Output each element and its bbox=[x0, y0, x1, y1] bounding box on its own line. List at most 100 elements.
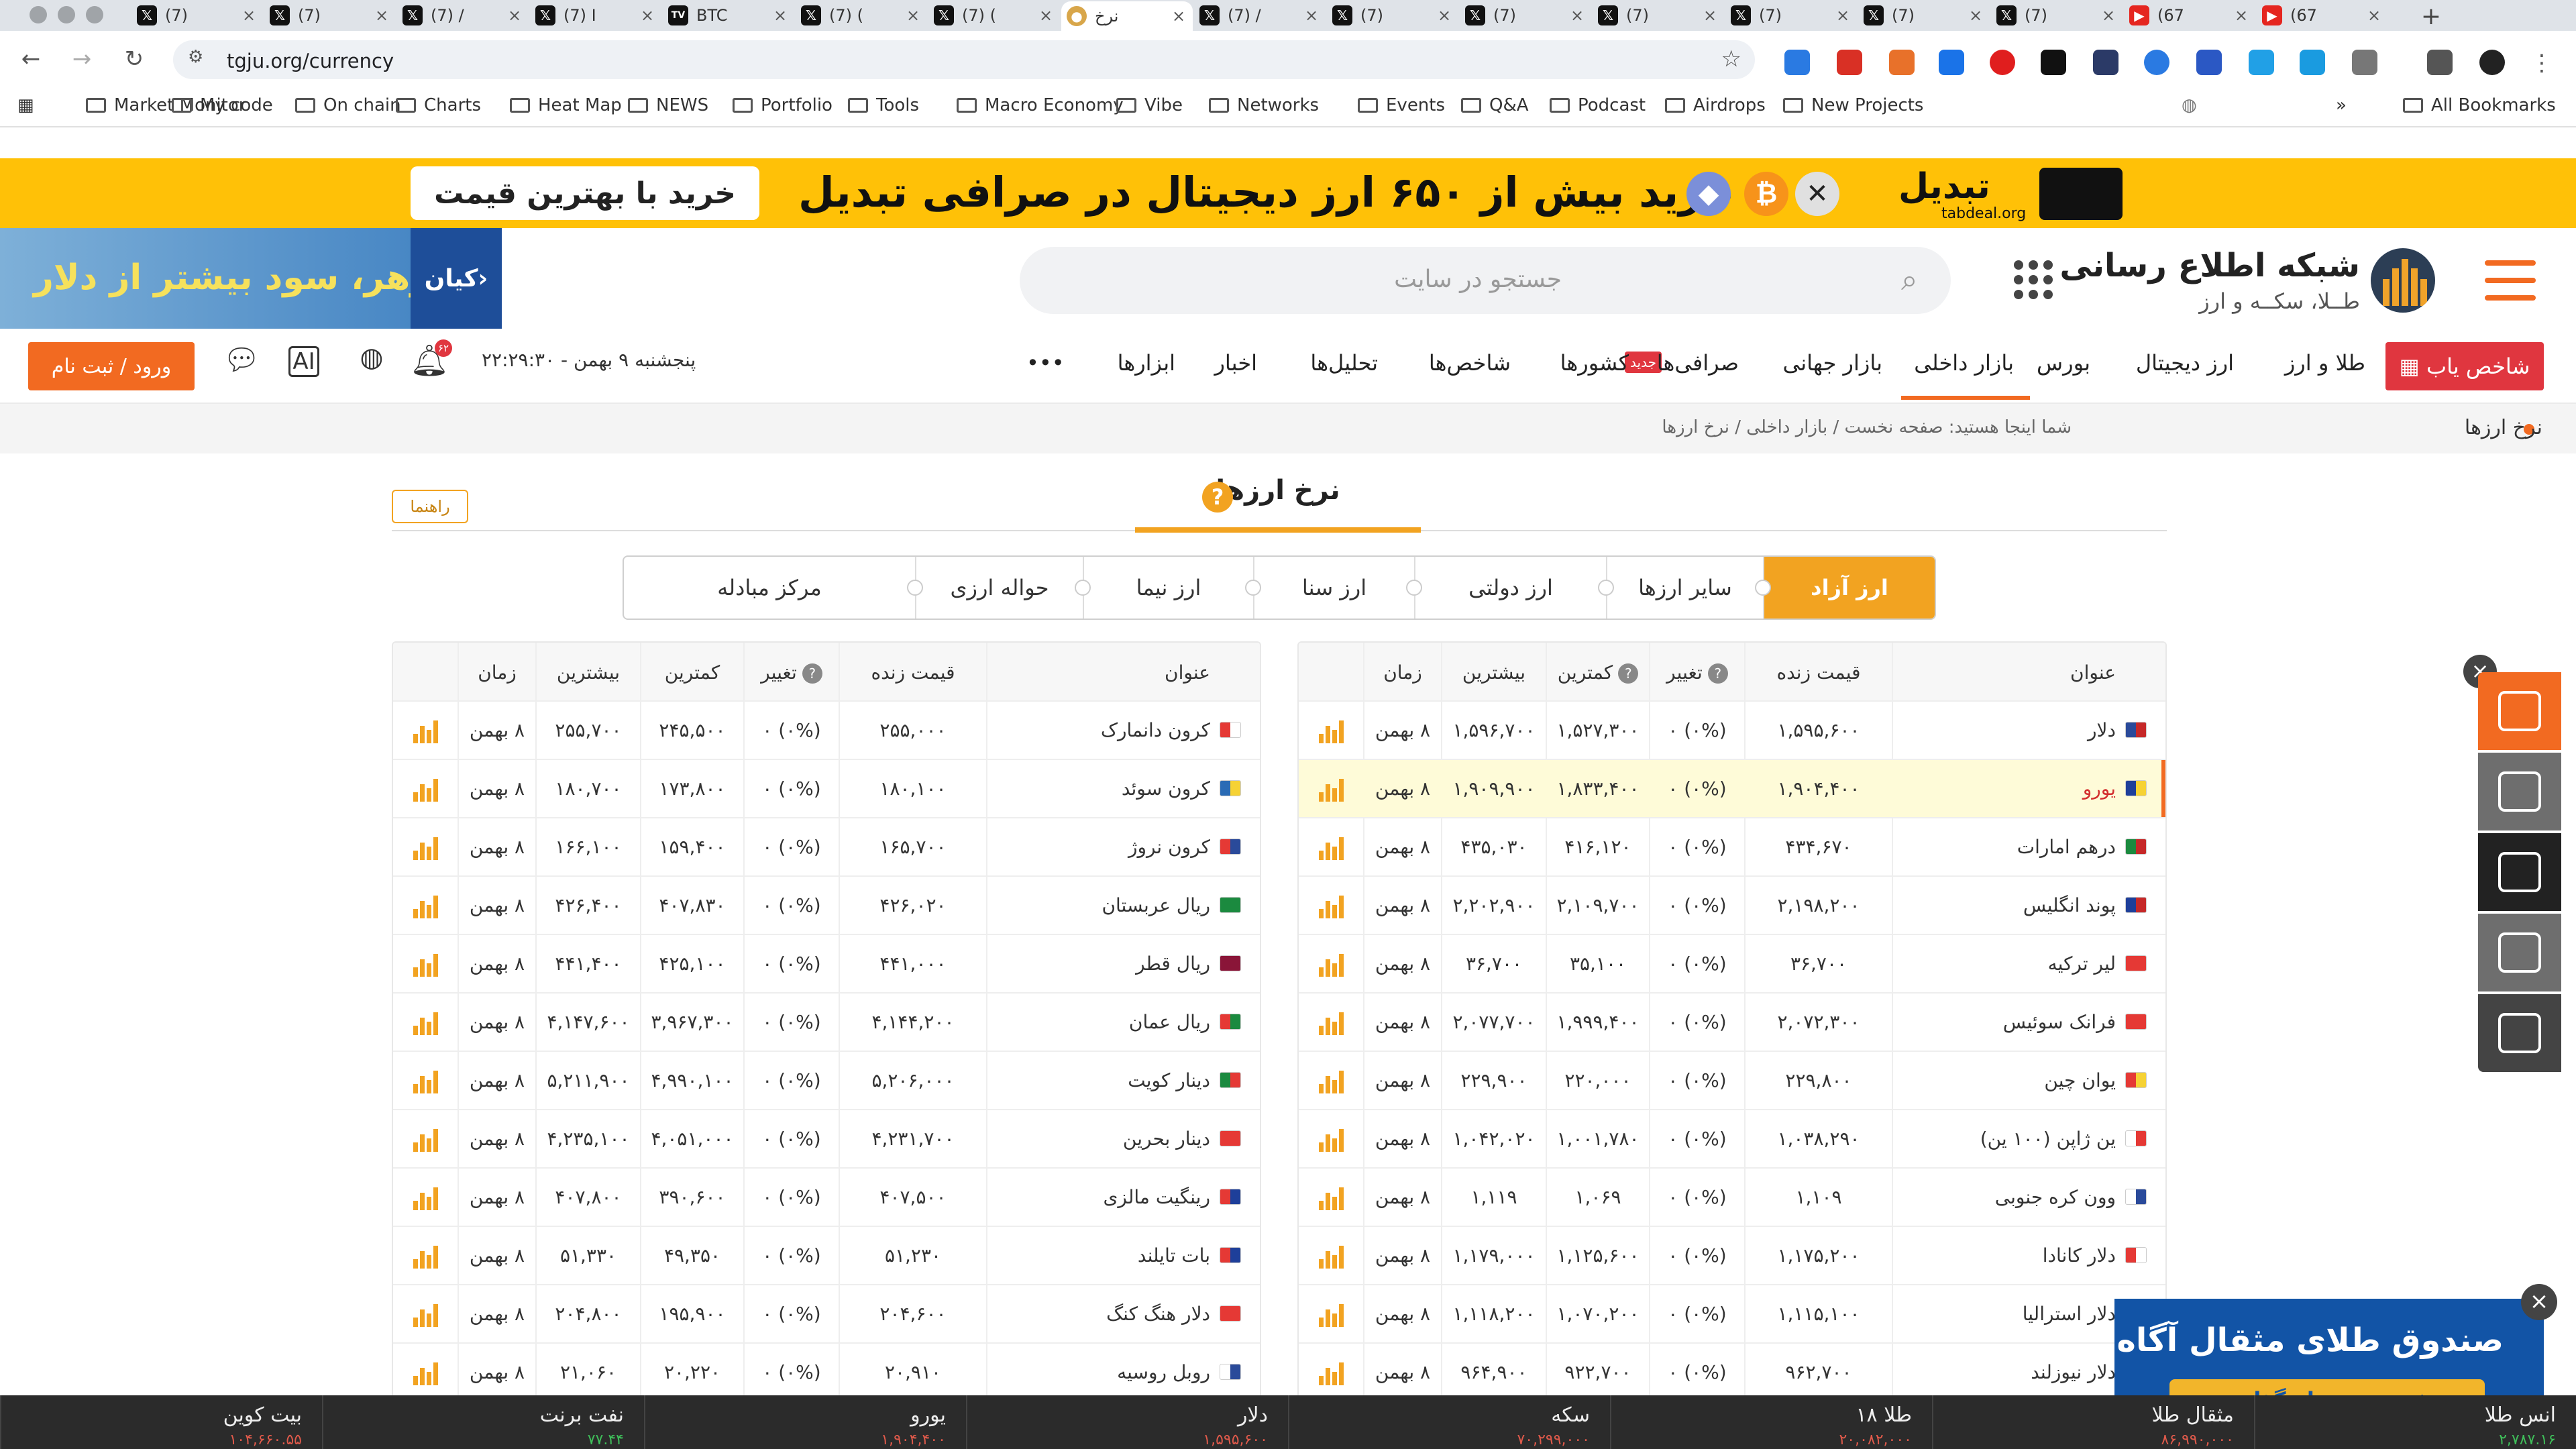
subtab[interactable]: ارز آزاد bbox=[1755, 557, 1935, 619]
nav-item[interactable]: ابزارها bbox=[1118, 350, 1175, 376]
browser-tab[interactable]: 𝕏 (7) (× bbox=[928, 1, 1060, 30]
nav-item[interactable]: بازار داخلی bbox=[1914, 350, 2014, 376]
table-row[interactable]: ۸ بهمن ۱,۱۷۹,۰۰۰ ۱,۱۲۵,۶۰۰ (۰%) ۰ ۱,۱۷۵,۲۰۰ د… bbox=[1299, 1226, 2165, 1284]
login-register-button[interactable]: ورود / ثبت نام bbox=[28, 342, 195, 390]
browser-tab[interactable]: 𝕏 (7) × bbox=[264, 1, 396, 30]
breadcrumb[interactable]: شما اینجا هستید: صفحه نخست / بازار داخلی… bbox=[1649, 417, 2072, 437]
chart-icon[interactable] bbox=[409, 1240, 440, 1271]
chart-icon[interactable] bbox=[1315, 1299, 1346, 1330]
kian-ad[interactable]: گوهر، سود بیشتر از دلار کیان› bbox=[0, 228, 502, 329]
table-row[interactable]: ۸ بهمن ۱,۱۱۸,۲۰۰ ۱,۰۷۰,۲۰۰ (۰%) ۰ ۱,۱۱۵,۱۰۰ د… bbox=[1299, 1284, 2165, 1342]
gold-ad-close-button[interactable]: × bbox=[2521, 1284, 2557, 1320]
cell-name[interactable]: رینگیت مالزی bbox=[990, 1186, 1211, 1208]
ticker-item[interactable]: مثقال طلا ۸۶,۹۹۰,۰۰۰ bbox=[1932, 1395, 2254, 1449]
table-row[interactable]: ۸ بهمن ۲۰۴,۸۰۰ ۱۹۵,۹۰۰ (۰%) ۰ ۲۰۴,۶۰۰ دلار هن… bbox=[393, 1284, 1260, 1342]
chart-icon[interactable] bbox=[1315, 832, 1346, 863]
nav-item[interactable]: صرافی‌ها bbox=[1657, 350, 1739, 376]
cell-name[interactable]: ریال عمان bbox=[990, 1011, 1210, 1033]
subtab[interactable]: حواله ارزی bbox=[907, 557, 1083, 619]
cell-name[interactable]: ریال قطر bbox=[990, 953, 1210, 975]
table-row[interactable]: ۸ بهمن ۱,۰۴۲,۰۲۰ ۱,۰۰۱,۷۸۰ (۰%) ۰ ۱,۰۳۸,۲۹۰ ی… bbox=[1299, 1109, 2165, 1167]
nav-item[interactable]: شاخص‌ها bbox=[1429, 350, 1511, 376]
bookmark-star-icon[interactable]: ☆ bbox=[1721, 46, 1741, 72]
bookmark-folder[interactable]: Macro Economy bbox=[957, 95, 1124, 115]
subtab[interactable]: مرکز مبادله bbox=[624, 557, 915, 619]
tab-close-icon[interactable]: × bbox=[1834, 6, 1851, 25]
cell-name[interactable]: بات تایلند bbox=[990, 1244, 1210, 1267]
table-row[interactable]: ۸ بهمن ۴۳۵,۰۳۰ ۴۱۶,۱۲۰ (۰%) ۰ ۴۳۴,۶۷۰ درهم ام… bbox=[1299, 817, 2165, 875]
cell-name[interactable]: وون کره جنوبی bbox=[1896, 1186, 2116, 1208]
chart-icon[interactable] bbox=[409, 1182, 440, 1213]
search-icon[interactable]: ⌕ bbox=[1901, 263, 1918, 297]
table-row[interactable]: ۸ بهمن ۹۶۴,۹۰۰ ۹۲۲,۷۰۰ (۰%) ۰ ۹۶۲,۷۰۰ دلار نی… bbox=[1299, 1342, 2165, 1401]
extension-red-icon[interactable] bbox=[1990, 50, 2015, 75]
table-row[interactable]: ۸ بهمن ۲,۲۰۲,۹۰۰ ۲,۱۰۹,۷۰۰ (۰%) ۰ ۲,۱۹۸,۲۰۰ پ… bbox=[1299, 875, 2165, 934]
bookmark-folder[interactable]: Events bbox=[1358, 95, 1445, 115]
support-chat-button[interactable] bbox=[2478, 672, 2561, 750]
site-info-icon[interactable]: ⚙ bbox=[188, 47, 215, 74]
table-row[interactable]: ۸ بهمن ۲,۰۷۷,۷۰۰ ۱,۹۹۹,۴۰۰ (۰%) ۰ ۲,۰۷۲,۳۰۰ ف… bbox=[1299, 992, 2165, 1051]
ticker-item[interactable]: طلا ۱۸ ۲۰,۰۸۲,۰۰۰ bbox=[1610, 1395, 1932, 1449]
cell-name[interactable]: لیر ترکیه bbox=[1896, 953, 2116, 975]
chart-icon[interactable] bbox=[1315, 1240, 1346, 1271]
extension-pen-icon[interactable] bbox=[1784, 50, 1810, 75]
subtab[interactable]: ارز دولتی bbox=[1406, 557, 1606, 619]
cell-name[interactable]: دلار استرالیا bbox=[1896, 1303, 2116, 1325]
cell-name[interactable]: کرون نروژ bbox=[990, 836, 1210, 858]
tab-close-icon[interactable]: × bbox=[639, 6, 656, 25]
tab-close-icon[interactable]: × bbox=[771, 6, 789, 25]
bookmark-folder[interactable]: Heat Map bbox=[510, 95, 622, 115]
table-row[interactable]: ۸ بهمن ۵۱,۳۳۰ ۴۹,۳۵۰ (۰%) ۰ ۵۱,۲۳۰ بات تایلند bbox=[393, 1226, 1260, 1284]
tab-close-icon[interactable]: × bbox=[1568, 6, 1586, 25]
browser-tab[interactable]: ● نرخ × bbox=[1061, 1, 1193, 31]
tab-close-icon[interactable]: × bbox=[2365, 6, 2383, 25]
all-bookmarks-button[interactable]: All Bookmarks bbox=[2403, 95, 2556, 115]
chart-icon[interactable] bbox=[409, 715, 440, 746]
extension-cloud-icon[interactable] bbox=[2144, 50, 2169, 75]
cell-name[interactable]: فرانک سوئیس bbox=[1896, 1011, 2116, 1033]
bookmark-folder[interactable]: Charts bbox=[396, 95, 481, 115]
messages-button[interactable] bbox=[2478, 994, 2561, 1072]
banner-cta-button[interactable]: خرید با بهترین قیمت bbox=[411, 166, 759, 220]
bookmark-folder[interactable]: Airdrops bbox=[1665, 95, 1766, 115]
address-bar[interactable]: ⚙ tgju.org/currency ☆ bbox=[173, 40, 1755, 79]
table-row[interactable]: ۸ بهمن ۵,۲۱۱,۹۰۰ ۴,۹۹۰,۱۰۰ (۰%) ۰ ۵,۲۰۶,۰۰۰ د… bbox=[393, 1051, 1260, 1109]
bookmark-folder[interactable]: Podcast bbox=[1550, 95, 1646, 115]
globe-bookmark-icon[interactable]: ◍ bbox=[2182, 95, 2197, 115]
index-finder-button[interactable]: شاخص یاب ▦ bbox=[2385, 342, 2544, 390]
bookmark-folder[interactable]: Portfolio bbox=[733, 95, 833, 115]
chart-icon[interactable] bbox=[1315, 890, 1346, 921]
cell-name[interactable]: کرون دانمارک bbox=[990, 719, 1210, 741]
bookmark-folder[interactable]: New Projects bbox=[1783, 95, 1923, 115]
help-icon[interactable]: ? bbox=[802, 663, 822, 684]
table-row[interactable]: ۸ بهمن ۲۱,۰۶۰ ۲۰,۲۲۰ (۰%) ۰ ۲۰,۹۱۰ روبل روسیه bbox=[393, 1342, 1260, 1401]
help-question-icon[interactable]: ? bbox=[1202, 482, 1233, 513]
more-bookmarks-button[interactable]: » bbox=[2336, 95, 2347, 115]
browser-tab[interactable]: TV BTC × bbox=[663, 1, 794, 30]
chart-icon[interactable] bbox=[1315, 773, 1346, 804]
chart-icon[interactable] bbox=[1315, 1065, 1346, 1096]
tab-close-icon[interactable]: × bbox=[2233, 6, 2250, 25]
profile-avatar[interactable] bbox=[2479, 50, 2505, 75]
cell-name[interactable]: کرون سوئد bbox=[990, 777, 1210, 800]
profile-card-button[interactable] bbox=[2478, 753, 2561, 830]
browser-tab[interactable]: 𝕏 (7) × bbox=[1327, 1, 1458, 30]
nav-item[interactable]: بازار جهانی bbox=[1783, 350, 1882, 376]
table-row[interactable]: ۸ بهمن ۲۵۵,۷۰۰ ۲۴۵,۵۰۰ (۰%) ۰ ۲۵۵,۰۰۰ کرون دا… bbox=[393, 700, 1260, 759]
ticker-item[interactable]: انس طلا ۲,۷۸۷.۱۶ bbox=[2254, 1395, 2576, 1449]
chart-icon[interactable] bbox=[409, 1007, 440, 1038]
table-row[interactable]: ۸ بهمن ۴,۱۴۷,۶۰۰ ۳,۹۶۷,۳۰۰ (۰%) ۰ ۴,۱۴۴,۲۰۰ ر… bbox=[393, 992, 1260, 1051]
cell-name[interactable]: یوان چین bbox=[1896, 1069, 2116, 1091]
extension-copy-icon[interactable] bbox=[2249, 50, 2274, 75]
cell-name[interactable]: ین ژاپن (۱۰۰ ین) bbox=[1896, 1128, 2116, 1150]
tab-close-icon[interactable]: × bbox=[2100, 6, 2117, 25]
site-search-input[interactable]: جستجو در سایت ⌕ bbox=[1020, 247, 1951, 314]
nav-item[interactable]: بورس bbox=[2037, 350, 2090, 376]
extension-metamask-icon[interactable] bbox=[1889, 50, 1915, 75]
cell-name[interactable]: ریال عربستان bbox=[990, 894, 1210, 916]
url-text[interactable]: tgju.org/currency bbox=[227, 50, 394, 72]
window-close-button[interactable] bbox=[30, 6, 47, 23]
nav-item[interactable]: طلا و ارز bbox=[2285, 350, 2365, 376]
browser-tab[interactable]: ▶ (67 × bbox=[2124, 1, 2255, 30]
chart-icon[interactable] bbox=[1315, 715, 1346, 746]
